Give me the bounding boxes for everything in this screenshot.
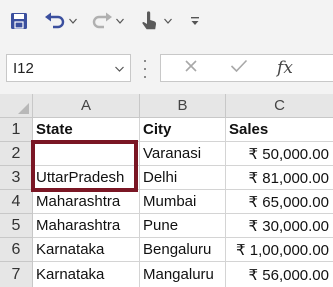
formula-bar-resize-handle[interactable] (143, 60, 147, 78)
cell-c7[interactable]: ₹ 56,000.00 (226, 262, 333, 287)
redo-dropdown-chevron-icon[interactable] (115, 10, 125, 32)
cell-a1[interactable]: State (33, 118, 140, 142)
cell-c1[interactable]: Sales (226, 118, 333, 142)
cell-b2[interactable]: Varanasi (140, 142, 226, 166)
cell-b1[interactable]: City (140, 118, 226, 142)
name-box-value: I12 (13, 60, 34, 77)
insert-function-button[interactable]: fx (269, 55, 301, 81)
cell-a4[interactable]: Maharashtra (33, 190, 140, 214)
row-header-4[interactable]: 4 (0, 190, 33, 214)
column-header-a[interactable]: A (33, 94, 140, 118)
column-header-b[interactable]: B (140, 94, 226, 118)
name-box-chevron-down-icon[interactable] (115, 64, 124, 74)
save-icon[interactable] (8, 10, 30, 32)
redo-icon[interactable] (90, 10, 114, 32)
check-icon (230, 59, 248, 78)
row-header-2[interactable]: 2 (0, 142, 33, 166)
customize-toolbar-icon[interactable] (188, 10, 202, 32)
undo-dropdown-chevron-icon[interactable] (68, 10, 78, 32)
select-all-button[interactable] (0, 94, 33, 118)
touch-mode-icon[interactable] (138, 10, 160, 32)
cell-a7[interactable]: Karnataka (33, 262, 140, 287)
row-header-1[interactable]: 1 (0, 118, 33, 142)
column-header-c[interactable]: C (226, 94, 333, 118)
cell-c4[interactable]: ₹ 65,000.00 (226, 190, 333, 214)
undo-icon[interactable] (42, 10, 68, 32)
cell-b7[interactable]: Mangaluru (140, 262, 226, 287)
cell-c2[interactable]: ₹ 50,000.00 (226, 142, 333, 166)
enter-formula-button[interactable] (225, 55, 253, 81)
row-header-5[interactable]: 5 (0, 214, 33, 238)
worksheet-grid: A B C 1 2 3 4 5 6 7 State City Sales Var… (0, 94, 333, 287)
row-header-7[interactable]: 7 (0, 262, 33, 287)
quick-access-toolbar (0, 0, 333, 44)
cell-a6[interactable]: Karnataka (33, 238, 140, 262)
row-header-6[interactable]: 6 (0, 238, 33, 262)
cell-c6[interactable]: ₹ 1,00,000.00 (226, 238, 333, 262)
cell-b3[interactable]: Delhi (140, 166, 226, 190)
formula-bar: I12 fx (0, 44, 333, 94)
cancel-formula-button[interactable] (179, 55, 203, 81)
cell-a2[interactable] (33, 142, 140, 166)
touch-mode-dropdown-chevron-icon[interactable] (163, 10, 173, 32)
cell-b5[interactable]: Pune (140, 214, 226, 238)
formula-input-area[interactable]: fx (160, 54, 333, 82)
insert-function-label: fx (277, 58, 293, 78)
cell-b4[interactable]: Mumbai (140, 190, 226, 214)
close-icon (184, 59, 198, 78)
name-box[interactable]: I12 (6, 54, 131, 82)
cell-c5[interactable]: ₹ 30,000.00 (226, 214, 333, 238)
row-header-3[interactable]: 3 (0, 166, 33, 190)
cell-a3[interactable]: UttarPradesh (33, 166, 140, 190)
cell-b6[interactable]: Bengaluru (140, 238, 226, 262)
cell-a5[interactable]: Maharashtra (33, 214, 140, 238)
cell-c3[interactable]: ₹ 81,000.00 (226, 166, 333, 190)
